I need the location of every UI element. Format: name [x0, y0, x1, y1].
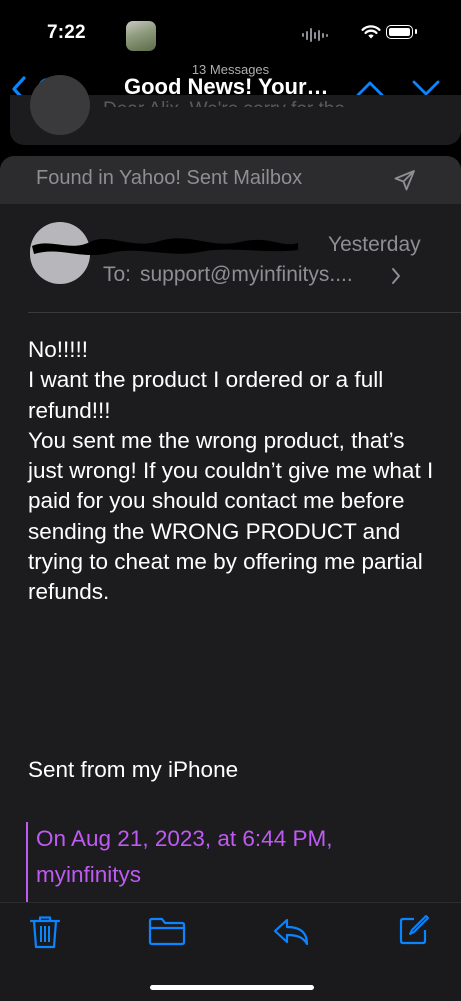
quoted-sender: myinfinitys	[36, 862, 142, 887]
trash-icon[interactable]	[28, 914, 62, 950]
battery-icon	[386, 25, 417, 39]
quote-bar	[26, 822, 28, 907]
status-time: 7:22	[47, 22, 86, 43]
now-playing-artwork	[126, 21, 156, 51]
audio-waveform-icon	[302, 27, 328, 43]
message-date: Yesterday	[328, 233, 421, 256]
body-line: I want the product I ordered or a full r…	[28, 367, 384, 423]
previous-avatar	[30, 75, 90, 135]
message-body: No!!!!! I want the product I ordered or …	[28, 335, 438, 608]
quoted-header: On Aug 21, 2023, at 6:44 PM,	[36, 826, 333, 851]
found-in-label: Found in Yahoo! Sent Mailbox	[36, 167, 303, 189]
details-chevron-icon[interactable]	[390, 266, 402, 286]
recipient-address[interactable]: support@myinfinitys....	[140, 263, 353, 287]
body-line: You sent me the wrong product, that’s ju…	[28, 427, 434, 605]
to-label: To:	[103, 263, 132, 286]
send-icon[interactable]	[393, 168, 417, 192]
body-line: No!!!!!	[28, 337, 89, 362]
header-divider	[28, 312, 461, 313]
compose-icon[interactable]	[397, 913, 431, 947]
wifi-icon	[361, 25, 381, 39]
home-indicator[interactable]	[150, 985, 314, 990]
folder-icon[interactable]	[148, 916, 186, 946]
signature: Sent from my iPhone	[28, 757, 239, 782]
reply-icon[interactable]	[272, 916, 310, 946]
redacted-sender-name	[32, 238, 298, 256]
